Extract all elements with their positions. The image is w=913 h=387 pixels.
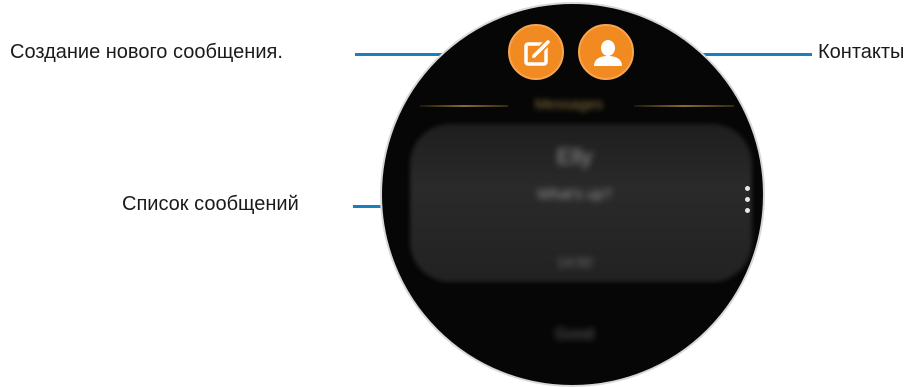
- contacts-icon: [594, 40, 622, 66]
- message-preview: What's up?: [537, 186, 612, 203]
- compose-icon: [524, 38, 552, 66]
- contacts-button[interactable]: [578, 24, 634, 80]
- header-divider-right: [634, 105, 734, 107]
- compose-callout-label: Создание нового сообщения.: [10, 41, 283, 63]
- message-sender[interactable]: Elly: [382, 144, 763, 170]
- message-list-callout-label: Список сообщений: [122, 193, 299, 215]
- header-divider-left: [420, 105, 508, 107]
- screen-header: Messages: [534, 96, 604, 113]
- watch-screen: Messages Elly What's up? 14:50 Good: [380, 2, 765, 387]
- contacts-callout-label: Контакты: [818, 41, 905, 63]
- message-time: 14:50: [556, 254, 593, 270]
- compose-button[interactable]: [508, 24, 564, 80]
- next-message[interactable]: Good: [382, 326, 763, 344]
- more-options-icon[interactable]: [745, 186, 751, 222]
